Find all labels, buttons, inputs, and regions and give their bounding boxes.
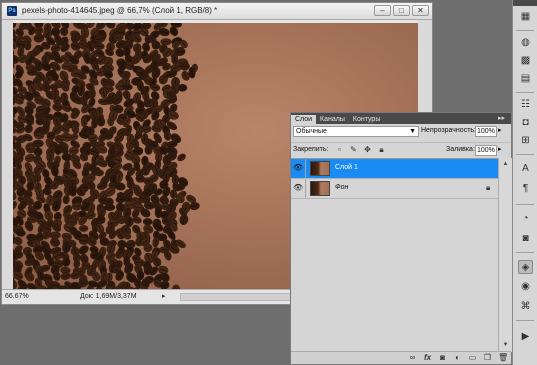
close-button[interactable]: ✕ bbox=[412, 5, 429, 16]
eye-separator bbox=[305, 159, 306, 178]
tab-paths[interactable]: Контуры bbox=[349, 115, 384, 124]
tab-channels[interactable]: Каналы bbox=[316, 115, 349, 124]
opacity-label: Непрозрачность: bbox=[421, 127, 476, 134]
layer-row-background[interactable]: 👁︎ Фон 🔒︎ bbox=[291, 179, 498, 199]
document-size: Док: 1,69M/3,37M bbox=[80, 293, 137, 300]
masks-icon[interactable]: ◘ bbox=[518, 116, 533, 130]
brush-preset-icon[interactable]: ◔ bbox=[518, 212, 533, 226]
divider bbox=[516, 30, 534, 31]
panel-header: Слои Каналы Контуры ▸▸ bbox=[291, 113, 511, 124]
swatches-icon[interactable]: ▩ bbox=[518, 54, 533, 68]
adjustment-layer-icon[interactable]: ◐ bbox=[453, 353, 462, 362]
vertical-scrollbar[interactable]: ▲ ▼ bbox=[498, 158, 513, 352]
lock-icon: 🔒︎ bbox=[486, 183, 491, 192]
collapse-panel-icon[interactable]: ▸▸ bbox=[498, 113, 505, 124]
opacity-input[interactable]: 100% bbox=[475, 126, 497, 137]
navigator-icon[interactable]: ⊞ bbox=[518, 134, 533, 148]
panel-dock: ▦ ◍ ▩ ▤ ☷ ◘ ⊞ A ¶ ◔ ◙ ◈ ◉ ⌘ ▶ bbox=[512, 0, 537, 365]
layer-list: 👁︎ Слой 1 👁︎ Фон 🔒︎ bbox=[291, 158, 498, 353]
trash-icon[interactable]: 🗑︎ bbox=[498, 353, 508, 362]
layer-thumbnail bbox=[310, 181, 330, 196]
layer-row-layer1[interactable]: 👁︎ Слой 1 bbox=[291, 159, 498, 179]
tab-layers[interactable]: Слои bbox=[291, 115, 317, 124]
panel-footer: ∞ fx ◙ ◐ ▭ ❐ 🗑︎ bbox=[291, 351, 511, 364]
lock-pixels-icon[interactable]: ✎ bbox=[349, 145, 358, 154]
fx-icon[interactable]: fx bbox=[423, 353, 432, 362]
status-menu-arrow-icon[interactable]: ▸ bbox=[162, 292, 166, 300]
document-title: pexels-photo-414645.jpeg @ 66,7% (Слой 1… bbox=[22, 6, 218, 15]
chevron-down-icon: ▼ bbox=[409, 128, 416, 135]
link-layers-icon[interactable]: ∞ bbox=[408, 353, 417, 362]
new-layer-icon[interactable]: ❐ bbox=[483, 353, 492, 362]
lock-position-icon[interactable]: ✥ bbox=[363, 145, 372, 154]
scroll-down-icon[interactable]: ▼ bbox=[501, 341, 510, 350]
opacity-slider-arrow-icon[interactable]: ▸ bbox=[498, 126, 502, 134]
layer-name: Слой 1 bbox=[335, 164, 358, 171]
actions-icon[interactable]: ▶ bbox=[518, 330, 533, 344]
layers-icon[interactable]: ◈ bbox=[518, 260, 533, 274]
layer-thumbnail bbox=[310, 161, 330, 176]
lock-all-icon[interactable]: 🔒︎ bbox=[377, 145, 386, 154]
eye-separator bbox=[305, 179, 306, 198]
character-icon[interactable]: A bbox=[518, 162, 533, 176]
adjustments-icon[interactable]: ☷ bbox=[518, 98, 533, 112]
add-mask-icon[interactable]: ◙ bbox=[438, 353, 447, 362]
dock-header bbox=[513, 0, 537, 6]
histogram-icon[interactable]: ▦ bbox=[518, 10, 533, 24]
clone-source-icon[interactable]: ◙ bbox=[518, 232, 533, 246]
lock-label: Закрепить: bbox=[293, 146, 329, 153]
paths-icon[interactable]: ⌘ bbox=[518, 300, 533, 314]
blend-mode-value: Обычные bbox=[296, 128, 327, 135]
channels-icon[interactable]: ◉ bbox=[518, 280, 533, 294]
divider bbox=[516, 252, 534, 253]
fill-label: Заливка: bbox=[446, 146, 475, 153]
visibility-eye-icon[interactable]: 👁︎ bbox=[293, 183, 303, 193]
paragraph-icon[interactable]: ¶ bbox=[518, 182, 533, 196]
divider bbox=[516, 204, 534, 205]
maximize-button[interactable]: □ bbox=[393, 5, 410, 16]
canvas-left-gutter bbox=[2, 20, 13, 292]
divider bbox=[516, 154, 534, 155]
fill-input[interactable]: 100% bbox=[475, 145, 497, 156]
styles-icon[interactable]: ▤ bbox=[518, 72, 533, 86]
divider bbox=[516, 320, 534, 321]
layers-panel: Слои Каналы Контуры ▸▸ Обычные ▼ Непрозр… bbox=[290, 112, 513, 365]
document-title-bar[interactable]: Ps pexels-photo-414645.jpeg @ 66,7% (Сло… bbox=[2, 3, 432, 20]
blend-mode-select[interactable]: Обычные ▼ bbox=[293, 126, 419, 137]
layer-name: Фон bbox=[335, 184, 349, 191]
photoshop-icon: Ps bbox=[7, 6, 17, 16]
color-icon[interactable]: ◍ bbox=[518, 36, 533, 50]
divider bbox=[516, 92, 534, 93]
scroll-up-icon[interactable]: ▲ bbox=[501, 160, 510, 169]
visibility-eye-icon[interactable]: 👁︎ bbox=[293, 163, 303, 173]
minimize-button[interactable]: – bbox=[374, 5, 391, 16]
zoom-level-field[interactable]: 66.67% bbox=[5, 292, 37, 301]
new-group-icon[interactable]: ▭ bbox=[468, 353, 477, 362]
lock-transparency-icon[interactable]: ▫ bbox=[335, 145, 344, 154]
fill-slider-arrow-icon[interactable]: ▸ bbox=[498, 145, 502, 153]
